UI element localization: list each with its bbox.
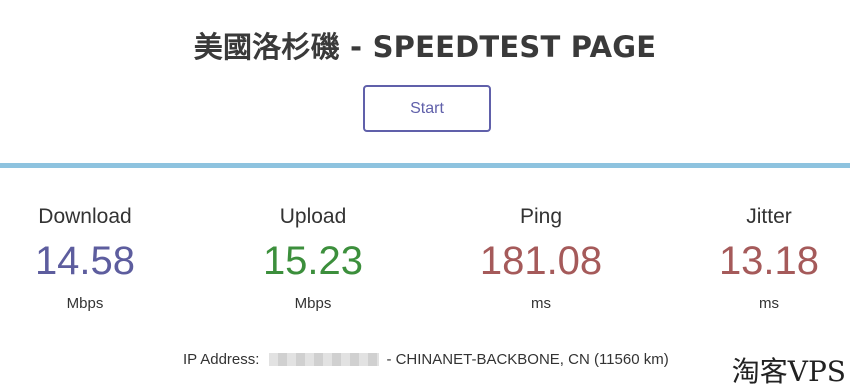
upload-unit: Mbps bbox=[294, 295, 332, 312]
download-metric: Download 14.58 Mbps bbox=[0, 204, 185, 312]
upload-metric: Upload 15.23 Mbps bbox=[213, 204, 413, 312]
ping-value: 181.08 bbox=[479, 239, 603, 283]
download-value: 14.58 bbox=[34, 239, 136, 283]
jitter-value: 13.18 bbox=[718, 239, 820, 283]
jitter-label: Jitter bbox=[746, 205, 792, 228]
ip-address-line: IP Address: - CHINANET-BACKBONE, CN (115… bbox=[183, 349, 669, 369]
upload-value: 15.23 bbox=[262, 239, 364, 283]
ip-address-redacted bbox=[269, 352, 380, 366]
jitter-unit: ms bbox=[759, 295, 779, 312]
start-button[interactable]: Start bbox=[363, 85, 491, 132]
jitter-metric: Jitter 13.18 ms bbox=[669, 204, 850, 312]
ping-metric: Ping 181.08 ms bbox=[441, 204, 641, 312]
ip-address-label: IP Address: bbox=[183, 350, 260, 368]
ping-label: Ping bbox=[519, 205, 563, 228]
divider bbox=[0, 163, 850, 168]
isp-info: - CHINANET-BACKBONE, CN (11560 km) bbox=[386, 350, 669, 368]
download-label: Download bbox=[38, 205, 132, 228]
watermark: 淘客VPS bbox=[731, 355, 846, 388]
download-unit: Mbps bbox=[66, 295, 104, 312]
ping-unit: ms bbox=[531, 295, 551, 312]
page-title: 美國洛杉磯 - SPEEDTEST PAGE bbox=[193, 30, 657, 64]
upload-label: Upload bbox=[279, 205, 347, 228]
